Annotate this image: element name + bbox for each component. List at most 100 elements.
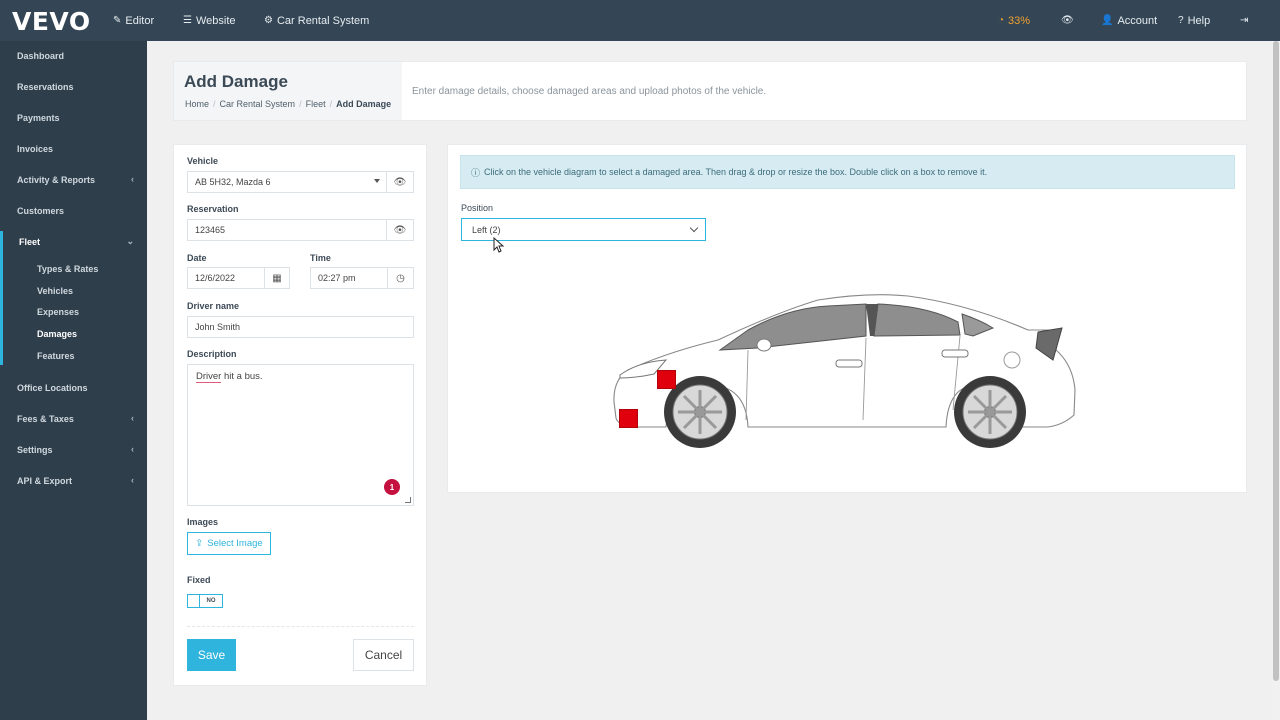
logo-text: VEVO bbox=[12, 6, 91, 36]
progress-indicator[interactable]: ◔ 33% bbox=[998, 0, 1030, 41]
date-value: 12/6/2022 bbox=[195, 273, 236, 283]
calendar-icon: ▦ bbox=[272, 272, 282, 284]
logo[interactable]: VEVO bbox=[12, 6, 91, 36]
save-button[interactable]: Save bbox=[187, 639, 236, 671]
vehicle-diagram[interactable] bbox=[608, 290, 1078, 455]
resize-handle-icon[interactable] bbox=[405, 497, 411, 503]
toggle-state: NO bbox=[206, 598, 216, 604]
user-icon: 👤 bbox=[1101, 15, 1114, 26]
page-description: Enter damage details, choose damaged are… bbox=[412, 86, 767, 97]
sidebar-item-label: Customers bbox=[17, 206, 65, 216]
sidebar-item-customers[interactable]: Customers bbox=[0, 201, 147, 221]
help-label: Help bbox=[1187, 14, 1211, 27]
page-scrollbar[interactable] bbox=[1272, 41, 1280, 720]
account-link[interactable]: 👤 Account bbox=[1101, 0, 1157, 41]
sidebar-subitem-types-rates[interactable]: Types & Rates bbox=[0, 260, 147, 278]
sidebar-item-activity[interactable]: Activity & Reports ‹ bbox=[0, 170, 147, 190]
clock-button[interactable]: ◷ bbox=[388, 267, 414, 289]
sidebar-item-label: Fees & Taxes bbox=[17, 414, 74, 424]
sidebar-item-fleet[interactable]: Fleet ⌄ bbox=[0, 232, 147, 252]
sidebar-subitem-label: Vehicles bbox=[37, 286, 74, 296]
sidebar-item-label: Invoices bbox=[17, 144, 54, 154]
preview-button[interactable]: 👁 bbox=[1061, 0, 1074, 41]
driver-name-value: John Smith bbox=[195, 322, 241, 332]
chevron-down-icon: ⌄ bbox=[126, 236, 134, 246]
website-link[interactable]: ☰ Website bbox=[183, 0, 236, 41]
damage-area-marker[interactable] bbox=[619, 409, 638, 428]
sidebar-item-payments[interactable]: Payments bbox=[0, 108, 147, 128]
mouse-cursor-icon bbox=[493, 237, 505, 253]
sidebar-item-dashboard[interactable]: Dashboard bbox=[0, 46, 147, 66]
breadcrumb-fleet[interactable]: Fleet bbox=[306, 99, 326, 109]
page-title: Add Damage bbox=[184, 72, 288, 91]
eye-icon: 👁 bbox=[393, 224, 407, 236]
eye-icon: 👁 bbox=[1061, 15, 1074, 26]
system-label: Car Rental System bbox=[276, 14, 370, 27]
grammar-badge[interactable]: 1 bbox=[384, 479, 400, 495]
system-link[interactable]: ⚙ Car Rental System bbox=[264, 0, 369, 41]
chevron-left-icon: ‹ bbox=[131, 444, 134, 454]
driver-name-field[interactable]: John Smith bbox=[187, 316, 414, 338]
breadcrumb-separator: / bbox=[299, 99, 302, 109]
website-label: Website bbox=[195, 14, 236, 27]
logout-button[interactable]: ⇥ bbox=[1240, 0, 1248, 41]
sidebar-subitem-label: Expenses bbox=[37, 307, 80, 317]
vehicle-select[interactable]: AB 5H32, Mazda 6 bbox=[187, 171, 387, 193]
vehicle-view-button[interactable]: 👁 bbox=[387, 171, 414, 193]
vehicle-diagram-panel: ⓘ Click on the vehicle diagram to select… bbox=[447, 144, 1247, 493]
damage-area-marker[interactable] bbox=[657, 370, 676, 389]
description-misspelled-word: Driver bbox=[196, 371, 222, 383]
fixed-toggle[interactable]: NO bbox=[187, 594, 223, 608]
sidebar-item-invoices[interactable]: Invoices bbox=[0, 139, 147, 159]
cancel-button[interactable]: Cancel bbox=[353, 639, 414, 671]
upload-icon: ⇪ bbox=[195, 538, 204, 549]
sidebar-item-label: Activity & Reports bbox=[17, 175, 96, 185]
reservation-view-button[interactable]: 👁 bbox=[387, 219, 414, 241]
description-text: hit a bus. bbox=[221, 371, 263, 382]
info-alert: ⓘ Click on the vehicle diagram to select… bbox=[460, 155, 1235, 189]
sidebar-item-label: Dashboard bbox=[17, 51, 65, 61]
description-textarea[interactable]: Driver hit a bus. 1 bbox=[187, 364, 414, 506]
sidebar-item-fees-taxes[interactable]: Fees & Taxes ‹ bbox=[0, 409, 147, 429]
header-title-block: Add Damage Home / Car Rental System / Fleet /… bbox=[174, 62, 402, 120]
editor-label: Editor bbox=[125, 14, 155, 27]
sidebar-subitem-damages[interactable]: Damages bbox=[0, 325, 147, 343]
chevron-down-icon bbox=[689, 223, 699, 233]
position-label: Position bbox=[461, 203, 494, 213]
info-text: Click on the vehicle diagram to select a… bbox=[484, 167, 988, 177]
time-label: Time bbox=[310, 253, 331, 263]
gear-icon: ⚙ bbox=[264, 15, 273, 26]
damage-form: Vehicle AB 5H32, Mazda 6 👁 Reservation 1… bbox=[173, 144, 427, 686]
sidebar-item-reservations[interactable]: Reservations bbox=[0, 77, 147, 97]
date-label: Date bbox=[187, 253, 207, 263]
date-field[interactable]: 12/6/2022 bbox=[187, 267, 265, 289]
sidebar-item-office-locations[interactable]: Office Locations bbox=[0, 378, 147, 398]
select-image-button[interactable]: ⇪ Select Image bbox=[187, 532, 271, 555]
sidebar-item-label: Reservations bbox=[17, 82, 74, 92]
breadcrumb-system[interactable]: Car Rental System bbox=[220, 99, 296, 109]
list-icon: ☰ bbox=[183, 15, 192, 26]
editor-link[interactable]: ✎ Editor bbox=[113, 0, 154, 41]
sidebar-subitem-label: Damages bbox=[37, 329, 78, 339]
reservation-field[interactable]: 123465 bbox=[187, 219, 387, 241]
time-field[interactable]: 02:27 pm bbox=[310, 267, 388, 289]
breadcrumb-current: Add Damage bbox=[336, 99, 392, 109]
progress-label: 33% bbox=[1008, 14, 1031, 27]
mirror bbox=[756, 338, 772, 352]
position-value: Left (2) bbox=[472, 224, 501, 235]
time-value: 02:27 pm bbox=[318, 273, 356, 283]
help-link[interactable]: ? Help bbox=[1178, 0, 1210, 41]
sidebar-item-api-export[interactable]: API & Export ‹ bbox=[0, 471, 147, 491]
chevron-left-icon: ‹ bbox=[131, 413, 134, 423]
scrollbar-thumb[interactable] bbox=[1273, 41, 1279, 681]
breadcrumb-separator: / bbox=[329, 99, 333, 109]
sidebar-subitem-label: Features bbox=[37, 351, 75, 361]
sidebar-subitem-expenses[interactable]: Expenses bbox=[0, 303, 147, 321]
sidebar-item-settings[interactable]: Settings ‹ bbox=[0, 440, 147, 460]
calendar-button[interactable]: ▦ bbox=[265, 267, 290, 289]
sidebar-subitem-vehicles[interactable]: Vehicles bbox=[0, 282, 147, 300]
sign-out-icon: ⇥ bbox=[1240, 15, 1249, 26]
fuel-cap bbox=[1003, 351, 1021, 369]
sidebar-subitem-features[interactable]: Features bbox=[0, 347, 147, 365]
breadcrumb-home[interactable]: Home bbox=[185, 99, 209, 109]
